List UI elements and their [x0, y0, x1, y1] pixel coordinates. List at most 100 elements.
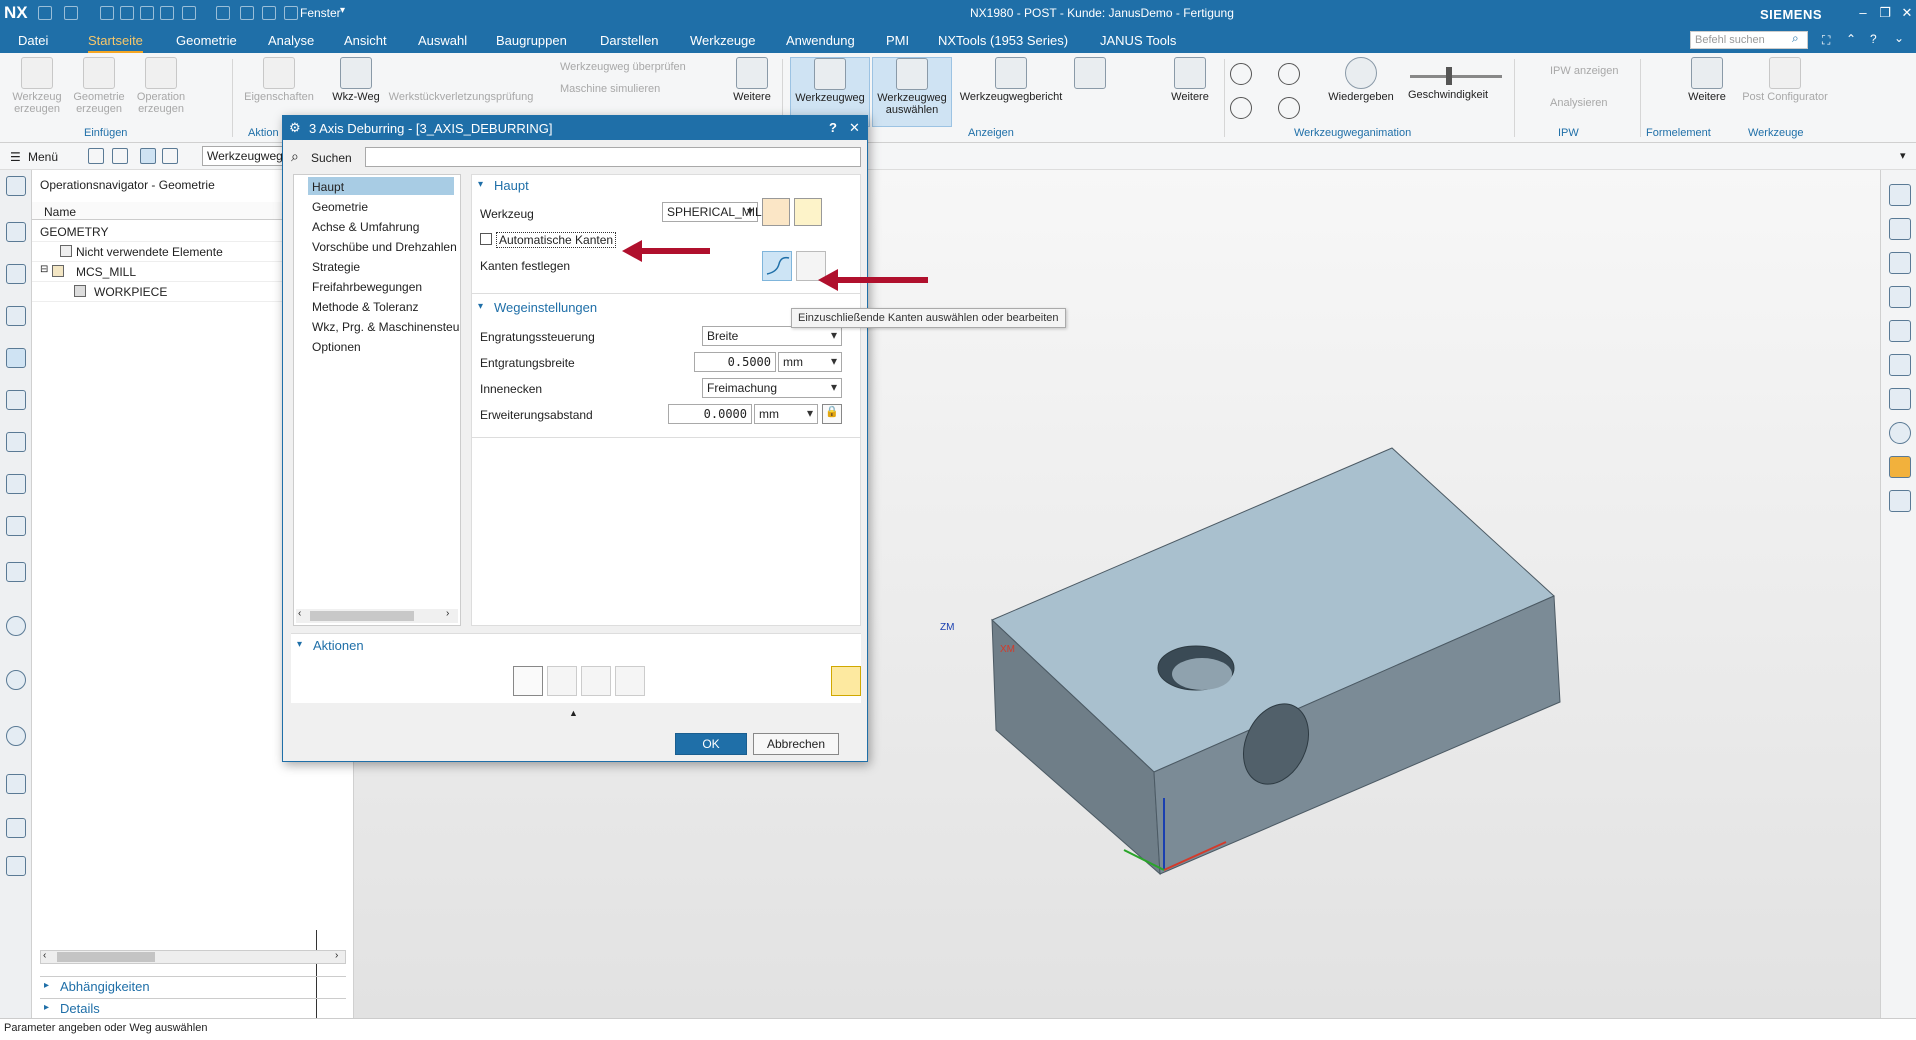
cube-icon[interactable] — [1889, 320, 1911, 342]
operation-navigator-icon[interactable] — [6, 348, 26, 368]
werkzeug-erzeugen-button[interactable]: Werkzeug erzeugen — [8, 57, 66, 115]
wkz-weg-button[interactable]: Wkz-Weg — [330, 57, 382, 103]
pause-icon[interactable] — [1278, 63, 1300, 85]
list-icon[interactable] — [615, 666, 645, 696]
favorites-icon[interactable] — [1889, 490, 1911, 512]
replay-icon[interactable] — [547, 666, 577, 696]
menu-werkzeuge[interactable]: Werkzeuge — [690, 33, 756, 48]
select-toolpath-icon[interactable] — [831, 666, 861, 696]
dialog-title-bar[interactable]: ⚙ 3 Axis Deburring - [3_AXIS_DEBURRING] … — [283, 116, 867, 140]
filter-icon[interactable] — [88, 148, 104, 164]
restore-button[interactable]: ❐ — [1874, 5, 1896, 21]
menu-geometrie[interactable]: Geometrie — [176, 33, 237, 48]
hamburger-icon[interactable]: ☰ — [10, 150, 21, 164]
haupt-section-title[interactable]: Haupt — [494, 178, 529, 193]
display-options-button[interactable] — [1070, 57, 1110, 91]
overflow-icon[interactable]: ▾ — [1900, 149, 1906, 162]
details-section[interactable]: ▸ Details — [40, 998, 346, 1016]
scroll-left-icon[interactable]: ‹ — [298, 608, 301, 619]
engratung-dropdown[interactable]: Breite — [702, 326, 842, 346]
tool-library-icon[interactable] — [6, 516, 26, 536]
tree-item-methode[interactable]: Methode & Toleranz — [312, 300, 419, 314]
abhaengigkeiten-section[interactable]: ▸ Abhängigkeiten — [40, 976, 346, 994]
menu-pmi[interactable]: PMI — [886, 33, 909, 48]
werkstueckverletzungspruefung-button[interactable]: Werkstückverletzungsprüfung — [386, 57, 536, 103]
window-menu[interactable]: Fenster — [300, 6, 341, 20]
menu-nxtools[interactable]: NXTools (1953 Series) — [938, 33, 1068, 48]
ipw-icon[interactable] — [6, 474, 26, 494]
ipw-anzeigen-button[interactable]: IPW anzeigen — [1550, 65, 1618, 77]
menu-ansicht[interactable]: Ansicht — [344, 33, 387, 48]
verify-icon[interactable] — [581, 666, 611, 696]
help-icon[interactable]: ? — [1870, 32, 1877, 46]
weitere-button[interactable]: Weitere — [730, 57, 774, 103]
analysis-icon[interactable] — [6, 774, 26, 794]
speed-slider[interactable] — [1410, 75, 1502, 78]
generate-icon[interactable] — [513, 666, 543, 696]
post-configurator-button[interactable]: Post Configurator — [1740, 57, 1830, 103]
palette-icon[interactable] — [6, 562, 26, 582]
history-icon[interactable] — [6, 726, 26, 746]
measure-icon[interactable] — [1889, 218, 1911, 240]
lock-icon[interactable]: 🔒 — [822, 404, 842, 424]
reuse-library-icon[interactable] — [6, 432, 26, 452]
scroll-right-icon[interactable]: › — [446, 608, 449, 619]
undo-icon[interactable] — [64, 6, 78, 20]
geometrie-erzeugen-button[interactable]: Geometrie erzeugen — [70, 57, 128, 115]
web-browser-icon[interactable] — [6, 670, 26, 690]
maschine-simulieren-button[interactable]: Maschine simulieren — [560, 83, 660, 95]
menu-analyse[interactable]: Analyse — [268, 33, 314, 48]
layers-icon[interactable] — [1889, 252, 1911, 274]
paste-special-icon[interactable] — [160, 6, 174, 20]
werkzeugweg-pruefen-button[interactable]: Werkzeugweg überprüfen — [560, 61, 686, 73]
tree-item-geometrie[interactable]: Geometrie — [312, 200, 368, 214]
edit-tool-icon[interactable] — [794, 198, 822, 226]
innenecken-dropdown[interactable]: Freimachung — [702, 378, 842, 398]
tree-item-optionen[interactable]: Optionen — [312, 340, 361, 354]
collapse-ribbon-icon[interactable]: ⌃ — [1846, 32, 1856, 46]
erweiterung-input[interactable]: 0.0000 — [668, 404, 752, 424]
part-navigator-icon[interactable] — [6, 222, 26, 242]
tree-item-haupt[interactable]: Haupt — [308, 177, 454, 195]
cut-icon[interactable] — [100, 6, 114, 20]
wegeinstellungen-section-title[interactable]: Wegeinstellungen — [494, 300, 597, 315]
wiedergeben-button[interactable]: Wiedergeben — [1324, 57, 1398, 103]
step-back-icon[interactable] — [1230, 63, 1252, 85]
menu-janus-tools[interactable]: JANUS Tools — [1100, 33, 1176, 48]
options-icon[interactable]: ⌄ — [1894, 31, 1904, 45]
toolpath-icon[interactable] — [1889, 184, 1911, 206]
werkzeugwegbericht-button[interactable]: Werkzeugwegbericht — [956, 57, 1066, 103]
werkzeug-dropdown[interactable]: SPHERICAL_MILL — [662, 202, 768, 222]
close-part-icon[interactable] — [38, 6, 52, 20]
command-search-input[interactable]: Befehl suchen — [1690, 31, 1808, 49]
constraint-icon[interactable] — [6, 306, 26, 326]
scroll-left-icon[interactable]: ‹ — [43, 950, 46, 961]
close-window-button[interactable]: ✕ — [1896, 5, 1916, 21]
help-button[interactable]: ? — [829, 120, 837, 135]
tree-item-achse[interactable]: Achse & Umfahrung — [312, 220, 419, 234]
copy-icon[interactable] — [120, 6, 134, 20]
play-icon[interactable] — [1889, 422, 1911, 444]
automatische-kanten-checkbox[interactable] — [480, 233, 492, 245]
operation-erzeugen-button[interactable]: Operation erzeugen — [132, 57, 190, 115]
process-icon[interactable] — [6, 856, 26, 876]
dialog-search-input[interactable] — [365, 147, 861, 167]
menu-button[interactable]: Menü — [28, 150, 58, 164]
breite-unit-dropdown[interactable]: mm — [778, 352, 842, 372]
scrollbar-thumb[interactable] — [57, 952, 155, 962]
menu-baugruppen[interactable]: Baugruppen — [496, 33, 567, 48]
touch-mode-icon[interactable] — [262, 6, 276, 20]
tree-item-strategie[interactable]: Strategie — [312, 260, 360, 274]
scroll-right-icon[interactable]: › — [335, 950, 338, 961]
collapse-icon[interactable]: ▾ — [297, 639, 302, 650]
name-column-header[interactable]: Name — [44, 205, 76, 219]
window-icon[interactable] — [284, 6, 298, 20]
menu-auswahl[interactable]: Auswahl — [418, 33, 467, 48]
info-icon[interactable] — [6, 616, 26, 636]
assembly-icon[interactable] — [6, 264, 26, 284]
selection-icon[interactable] — [182, 6, 196, 20]
collapse-dialog-icon[interactable]: ▲ — [569, 708, 578, 718]
list-icon[interactable] — [162, 148, 178, 164]
switch-window-icon[interactable] — [240, 6, 254, 20]
machine-tool-icon[interactable] — [6, 390, 26, 410]
